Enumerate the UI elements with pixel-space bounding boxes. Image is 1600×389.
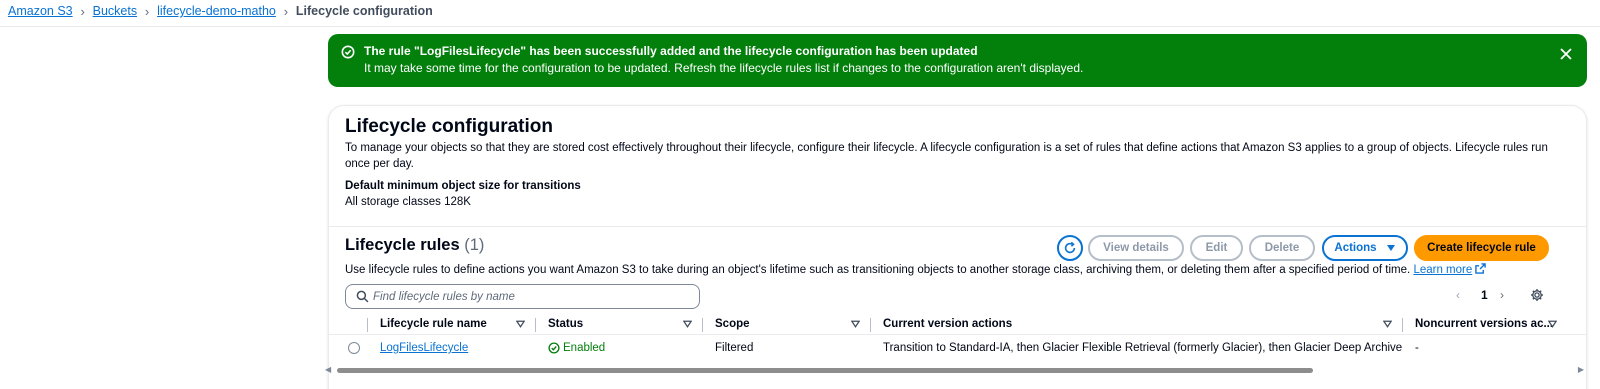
horizontal-scrollbar[interactable]: ◀ ▶ [325, 365, 1586, 375]
column-separator [535, 318, 536, 332]
status-text: Enabled [563, 342, 606, 354]
refresh-button[interactable] [1057, 235, 1083, 261]
column-header-scope[interactable]: Scope [715, 318, 750, 330]
chevron-right-icon: › [144, 3, 150, 19]
scroll-left-icon[interactable]: ◀ [325, 365, 331, 374]
external-link-icon [1475, 263, 1487, 274]
next-page-icon[interactable]: › [1500, 288, 1504, 302]
chevron-right-icon: › [80, 3, 85, 19]
view-details-button[interactable]: View details [1088, 235, 1184, 261]
success-icon [341, 45, 355, 59]
success-icon [548, 342, 560, 354]
column-separator [367, 318, 368, 332]
refresh-icon [1064, 241, 1076, 254]
rules-title-text: Lifecycle rules [345, 236, 460, 254]
column-header-noncurrent-actions[interactable]: Noncurrent versions ac... [1415, 318, 1553, 330]
search-icon [356, 290, 369, 303]
actions-label: Actions [1334, 242, 1377, 254]
search-input[interactable] [373, 287, 693, 306]
rules-count: (1) [464, 236, 485, 254]
rule-name-cell: LogFilesLifecycle [380, 342, 468, 354]
page-title: Lifecycle configuration [345, 116, 553, 137]
sort-icon[interactable] [851, 320, 860, 328]
column-separator [870, 318, 871, 332]
breadcrumb-buckets[interactable]: Buckets [93, 4, 137, 18]
success-flashbar: The rule "LogFilesLifecycle" has been su… [328, 34, 1587, 87]
sort-icon[interactable] [516, 320, 525, 328]
breadcrumb-current: Lifecycle configuration [295, 4, 433, 18]
lifecycle-description: To manage your objects so that they are … [345, 142, 1548, 170]
sort-icon[interactable] [1548, 320, 1557, 328]
current-actions-cell: Transition to Standard-IA, then Glacier … [883, 342, 1403, 354]
page-number[interactable]: 1 [1481, 288, 1488, 302]
chevron-right-icon: › [283, 3, 289, 19]
min-size-label: Default minimum object size for transiti… [345, 180, 581, 192]
column-header-rule-name[interactable]: Lifecycle rule name [380, 318, 487, 330]
row-select-radio[interactable] [348, 342, 360, 354]
column-header-status[interactable]: Status [548, 318, 583, 330]
actions-button[interactable]: Actions [1322, 235, 1408, 261]
column-header-current-actions[interactable]: Current version actions [883, 318, 1012, 330]
close-icon[interactable] [1559, 47, 1573, 61]
scrollbar-thumb[interactable] [337, 368, 1313, 373]
sort-icon[interactable] [1383, 320, 1392, 328]
breadcrumb-bucket[interactable]: lifecycle-demo-matho [157, 4, 276, 18]
lifecycle-panel: Lifecycle configuration To manage your o… [325, 105, 1587, 389]
gear-icon[interactable] [1530, 288, 1544, 302]
breadcrumb: Amazon S3 › Buckets › lifecycle-demo-mat… [8, 0, 433, 22]
rules-description-text: Use lifecycle rules to define actions yo… [345, 264, 1411, 276]
learn-more-text: Learn more [1413, 264, 1473, 276]
rule-name-link[interactable]: LogFilesLifecycle [380, 342, 468, 354]
edit-button[interactable]: Edit [1190, 235, 1243, 261]
column-separator [702, 318, 703, 332]
search-field[interactable] [345, 284, 700, 309]
scope-cell: Filtered [715, 342, 754, 354]
create-lifecycle-rule-button[interactable]: Create lifecycle rule [1414, 235, 1549, 261]
sort-icon[interactable] [683, 320, 692, 328]
rules-title: Lifecycle rules (1) [345, 236, 484, 255]
min-size-value: All storage classes 128K [345, 196, 471, 208]
table-header: Lifecycle rule name Status Scope Current… [329, 315, 1586, 335]
status-cell: Enabled [548, 342, 605, 354]
caret-down-icon [1386, 245, 1395, 251]
column-separator [1402, 318, 1403, 332]
scroll-right-icon[interactable]: ▶ [1578, 365, 1584, 374]
rules-description: Use lifecycle rules to define actions yo… [345, 263, 1487, 276]
header-divider [0, 26, 1600, 27]
flash-title: The rule "LogFilesLifecycle" has been su… [364, 44, 978, 58]
delete-button[interactable]: Delete [1249, 235, 1315, 261]
table-row[interactable]: LogFilesLifecycle Enabled Filtered Trans… [329, 337, 1586, 360]
learn-more-link[interactable]: Learn more [1413, 264, 1472, 276]
flash-message: It may take some time for the configurat… [364, 61, 1084, 75]
breadcrumb-amazon-s3[interactable]: Amazon S3 [8, 4, 73, 18]
section-divider [329, 226, 1586, 227]
noncurrent-actions-cell: - [1415, 342, 1419, 354]
previous-page-icon[interactable]: ‹ [1456, 288, 1460, 302]
